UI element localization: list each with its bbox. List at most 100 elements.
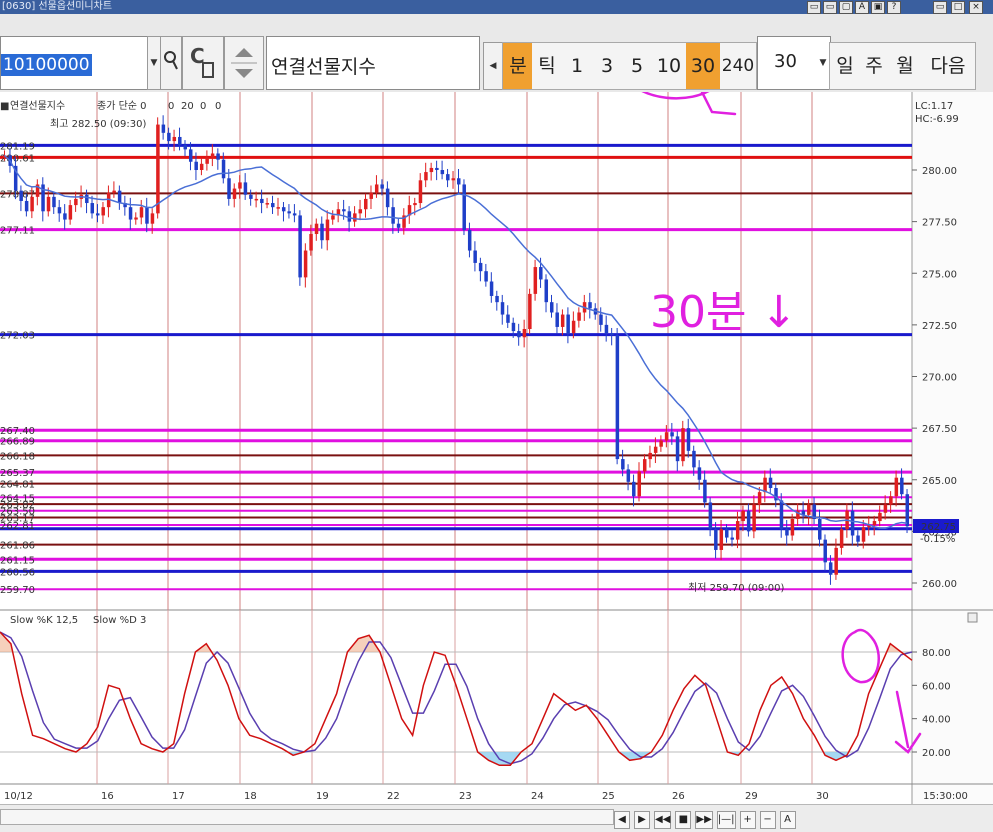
period-1[interactable]: 1 — [562, 42, 593, 90]
horizontal-scrollbar[interactable] — [0, 809, 614, 825]
level-label: 281.19 — [0, 141, 35, 152]
instrument-name-field[interactable]: 연결선물지수 — [266, 36, 480, 90]
period-240[interactable]: 240 — [720, 42, 757, 90]
control-button-2[interactable]: ◀◀ — [654, 811, 672, 829]
level-label: 277.11 — [0, 226, 35, 237]
copy-chart-button[interactable]: C — [182, 36, 224, 90]
code-dropdown-button[interactable]: ▼ — [147, 36, 161, 90]
candle-body — [227, 178, 231, 199]
candle-body — [85, 194, 89, 204]
candle-body — [834, 547, 838, 575]
bottom-control-bar: ◀ ▶ ◀◀ ■ ▶▶ |—| + − A — [0, 804, 993, 832]
chart-canvas[interactable]: 280.00 277.50 275.00 272.50 270.00 267.50 265.… — [0, 4, 993, 804]
candle-body — [894, 477, 899, 497]
candle-body — [161, 124, 166, 133]
next-button[interactable]: 다음 — [921, 42, 976, 90]
candle-body — [325, 219, 330, 241]
control-button-4[interactable]: ▶▶ — [695, 811, 713, 829]
candle-body — [790, 518, 795, 536]
view-week-button[interactable]: 주 — [859, 42, 890, 90]
candle-body — [314, 223, 319, 235]
candle-body — [95, 213, 100, 216]
candle-body — [703, 479, 707, 503]
panel-close-icon[interactable] — [967, 612, 978, 623]
period-3[interactable]: 3 — [592, 42, 623, 90]
window-button-1[interactable]: ▭ — [807, 1, 821, 14]
current-price: 262.75 — [921, 522, 956, 533]
control-button-8[interactable]: A — [779, 811, 796, 829]
period-5[interactable]: 5 — [622, 42, 653, 90]
candle-body — [818, 518, 822, 540]
legend-marker: ■ — [0, 101, 9, 112]
candle-body — [462, 184, 466, 230]
header-type: 종가 단순 0 — [97, 100, 147, 112]
candle-body — [889, 496, 893, 505]
candle-body — [128, 207, 133, 220]
window-button-5[interactable]: ▣ — [871, 1, 885, 14]
period-30[interactable]: 30 — [686, 42, 721, 90]
level-label: 265.37 — [0, 468, 35, 479]
help-button[interactable]: ? — [887, 1, 901, 14]
candle-body — [183, 145, 188, 150]
candle-body — [292, 213, 297, 216]
chart-area[interactable]: 280.00 277.50 275.00 272.50 270.00 267.50 265.… — [0, 4, 993, 808]
candle-body — [391, 207, 395, 224]
view-day-button[interactable]: 일 — [829, 42, 861, 90]
candle-body — [878, 512, 882, 522]
chart-copy-icon: C — [190, 44, 214, 78]
level-label: 266.18 — [0, 451, 35, 462]
candle-body — [194, 161, 198, 170]
view-month-button[interactable]: 월 — [889, 42, 922, 90]
period-10[interactable]: 10 — [652, 42, 687, 90]
level-label: 259.70 — [0, 585, 35, 596]
control-button-3[interactable]: ■ — [675, 811, 692, 829]
hc-label: HC:-6.99 — [915, 114, 959, 125]
period-minute[interactable]: 분 — [502, 42, 534, 90]
close-button[interactable]: × — [969, 1, 983, 14]
candle-body — [883, 504, 888, 513]
candle-body — [358, 209, 363, 214]
candle-body — [90, 203, 95, 214]
code-input[interactable]: 10100000 — [0, 36, 148, 90]
window-button-4[interactable]: A — [855, 1, 869, 14]
candle-body — [495, 295, 499, 303]
period-tick[interactable]: 틱 — [532, 42, 563, 90]
control-button-5[interactable]: |—| — [716, 811, 736, 829]
candle-body — [238, 182, 242, 189]
candle-body — [101, 207, 105, 216]
candle-body — [686, 428, 691, 451]
window-button-2[interactable]: ▭ — [823, 1, 837, 14]
period-scroll-left[interactable]: ◀ — [483, 42, 503, 90]
header-param-4: 0 — [215, 101, 221, 112]
stoch-tick-label: 80.00 — [922, 648, 951, 659]
level-label: 278.87 — [0, 189, 35, 200]
search-button[interactable] — [160, 36, 182, 90]
date-label: 18 — [244, 791, 257, 802]
candle-body — [741, 510, 745, 522]
control-button-7[interactable]: − — [759, 811, 776, 829]
maximize-button[interactable]: □ — [951, 1, 965, 14]
candle-body — [249, 194, 253, 199]
level-label: 267.40 — [0, 426, 35, 437]
candle-body — [478, 262, 483, 272]
window-button-3[interactable]: ▢ — [839, 1, 853, 14]
candle-body — [396, 223, 401, 228]
candle-body — [730, 537, 734, 540]
candle-body — [708, 502, 713, 530]
chevron-left-icon: ◀ — [489, 61, 497, 71]
candle-body — [642, 459, 647, 472]
level-label: 272.03 — [0, 331, 35, 342]
candle-body — [46, 196, 51, 212]
candle-body — [216, 153, 220, 160]
candle-body — [533, 267, 538, 294]
interval-select[interactable]: 30 ▼ — [757, 36, 831, 90]
control-button-1[interactable]: ▶ — [634, 811, 650, 829]
level-label: 261.86 — [0, 541, 35, 552]
control-button-6[interactable]: + — [739, 811, 756, 829]
candle-body — [719, 529, 724, 550]
control-button-0[interactable]: ◀ — [614, 811, 630, 829]
candle-body — [429, 167, 434, 173]
minimize-button[interactable]: ▭ — [933, 1, 947, 14]
stepper-button[interactable] — [224, 36, 264, 90]
candle-body — [260, 198, 264, 204]
